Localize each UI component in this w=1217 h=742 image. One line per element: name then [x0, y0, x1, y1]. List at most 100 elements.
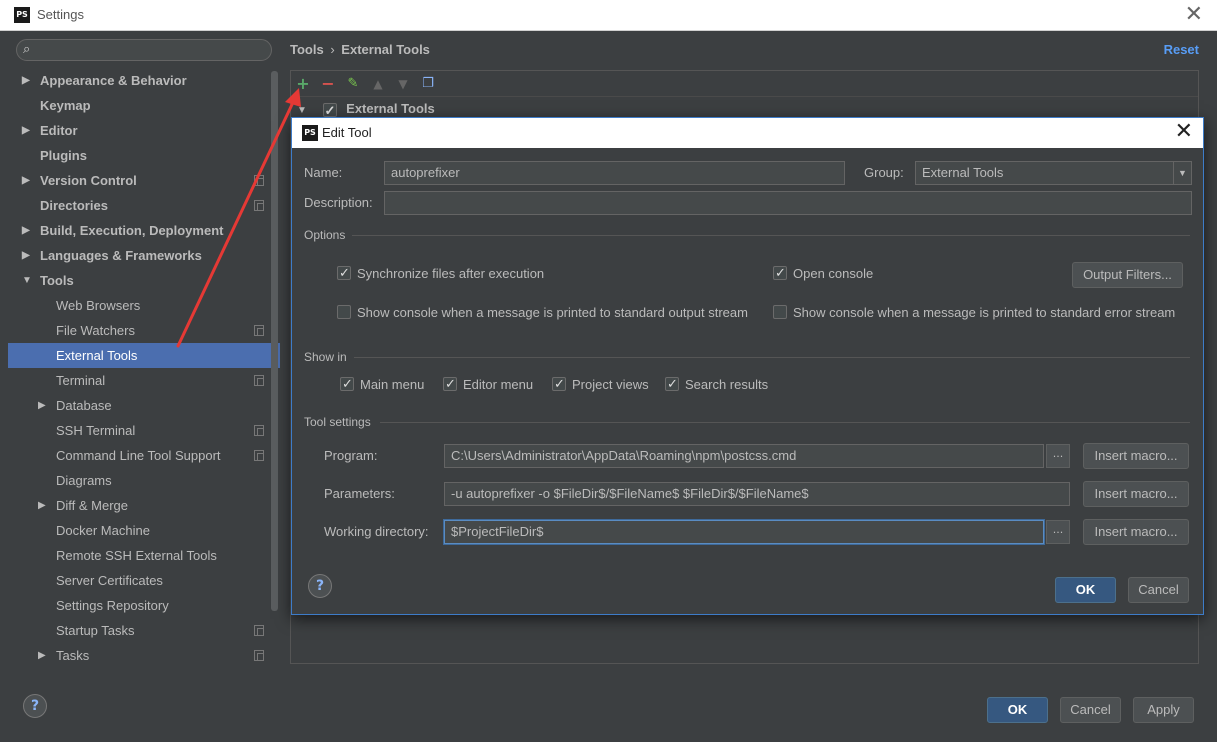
sidebar-item-label: Database	[56, 398, 112, 413]
reset-link[interactable]: Reset	[1164, 42, 1199, 57]
help-button[interactable]: ?	[23, 694, 47, 718]
chevron-right-icon[interactable]: ▶	[38, 493, 46, 518]
dialog-ok-button[interactable]: OK	[1055, 577, 1116, 603]
name-input[interactable]: autoprefixer	[384, 161, 845, 185]
group-enabled-checkbox[interactable]	[322, 101, 337, 121]
sidebar-item[interactable]: Web Browsers	[8, 293, 280, 318]
sidebar-item[interactable]: ▶ Appearance & Behavior	[8, 68, 280, 93]
main-menu-option[interactable]: Main menu	[340, 375, 424, 394]
program-browse-button[interactable]: ...	[1046, 444, 1070, 468]
sidebar-item[interactable]: Keymap	[8, 93, 280, 118]
copy-icon[interactable]: ❐	[418, 74, 438, 94]
phpstorm-logo-icon: PS	[14, 7, 30, 23]
sidebar-item-label: External Tools	[56, 348, 138, 363]
working-dir-browse-button[interactable]: ...	[1046, 520, 1070, 544]
sidebar-item[interactable]: ▶ Diff & Merge	[8, 493, 280, 518]
sidebar-item[interactable]: Directories	[8, 193, 280, 218]
sidebar-scrollbar[interactable]	[271, 71, 278, 611]
main-menu-checkbox[interactable]	[340, 375, 354, 393]
show-console-stderr-option[interactable]: Show console when a message is printed t…	[773, 304, 1175, 322]
sidebar-item[interactable]: Docker Machine	[8, 518, 280, 543]
open-console-option[interactable]: Open console	[773, 264, 874, 283]
sync-files-checkbox[interactable]	[337, 264, 351, 282]
external-tools-group-row[interactable]: ▼ External Tools	[297, 99, 435, 121]
sidebar-item-label: Directories	[40, 198, 108, 213]
show-console-stdout-checkbox[interactable]	[337, 305, 351, 319]
description-input[interactable]	[384, 191, 1192, 215]
sidebar-item[interactable]: Server Certificates	[8, 568, 280, 593]
show-console-stderr-checkbox[interactable]	[773, 305, 787, 319]
chevron-down-icon[interactable]: ▼	[22, 268, 32, 293]
sidebar-item[interactable]: Terminal	[8, 368, 280, 393]
chevron-right-icon[interactable]: ▶	[38, 393, 46, 418]
search-results-option[interactable]: Search results	[665, 375, 768, 394]
working-dir-input[interactable]: $ProjectFileDir$	[444, 520, 1044, 544]
settings-footer: ? OK Cancel Apply	[0, 676, 1217, 742]
sidebar-item[interactable]: External Tools	[8, 343, 280, 368]
cancel-button[interactable]: Cancel	[1060, 697, 1121, 723]
dialog-help-button[interactable]: ?	[308, 574, 332, 598]
parameters-insert-macro-button[interactable]: Insert macro...	[1083, 481, 1189, 507]
editor-menu-checkbox[interactable]	[443, 375, 457, 393]
ok-button[interactable]: OK	[987, 697, 1048, 723]
sidebar-item[interactable]: ▼ Tools	[8, 268, 280, 293]
open-console-label: Open console	[793, 266, 874, 281]
sidebar-item[interactable]: Command Line Tool Support	[8, 443, 280, 468]
sidebar-item[interactable]: Startup Tasks	[8, 618, 280, 643]
open-console-checkbox[interactable]	[773, 264, 787, 282]
sidebar-item[interactable]: Remote SSH External Tools	[8, 543, 280, 568]
chevron-right-icon[interactable]: ▶	[22, 68, 30, 93]
settings-search[interactable]: ⌕	[16, 39, 272, 61]
move-up-icon[interactable]: ▲	[368, 74, 388, 94]
project-views-option[interactable]: Project views	[552, 375, 649, 394]
group-select[interactable]: External Tools ▼	[915, 161, 1192, 185]
sidebar-item[interactable]: ▶ Database	[8, 393, 280, 418]
project-views-checkbox[interactable]	[552, 375, 566, 393]
output-filters-button[interactable]: Output Filters...	[1072, 262, 1183, 288]
sidebar-item[interactable]: ▶ Editor	[8, 118, 280, 143]
edit-pencil-icon[interactable]: ✎	[343, 74, 363, 94]
chevron-right-icon[interactable]: ▶	[22, 118, 30, 143]
sidebar-item[interactable]: ▶ Tasks	[8, 643, 280, 668]
search-input[interactable]	[41, 42, 266, 58]
chevron-down-icon[interactable]: ▼	[1173, 162, 1191, 184]
add-icon[interactable]: +	[293, 74, 313, 94]
settings-titlebar: PS Settings ✕	[0, 0, 1217, 31]
program-input[interactable]: C:\Users\Administrator\AppData\Roaming\n…	[444, 444, 1044, 468]
chevron-right-icon[interactable]: ▶	[22, 218, 30, 243]
parameters-input[interactable]: -u autoprefixer -o $FileDir$/$FileName$ …	[444, 482, 1070, 506]
expand-arrow-icon[interactable]: ▼	[297, 105, 307, 116]
show-console-stdout-label: Show console when a message is printed t…	[357, 305, 748, 320]
chevron-right-icon[interactable]: ▶	[22, 243, 30, 268]
project-views-label: Project views	[572, 377, 649, 392]
move-down-icon[interactable]: ▼	[393, 74, 413, 94]
working-dir-label: Working directory:	[324, 524, 429, 539]
sidebar-item-label: Startup Tasks	[56, 623, 135, 638]
working-dir-insert-macro-button[interactable]: Insert macro...	[1083, 519, 1189, 545]
search-results-checkbox[interactable]	[665, 375, 679, 393]
sidebar-item[interactable]: ▶ Build, Execution, Deployment	[8, 218, 280, 243]
chevron-right-icon[interactable]: ▶	[38, 643, 46, 668]
sidebar-item-label: Languages & Frameworks	[40, 248, 202, 263]
show-console-stdout-option[interactable]: Show console when a message is printed t…	[337, 304, 748, 322]
close-window-icon[interactable]: ✕	[1185, 2, 1203, 27]
sync-files-option[interactable]: Synchronize files after execution	[337, 264, 544, 283]
dialog-title: Edit Tool	[322, 125, 372, 140]
remove-icon[interactable]: −	[318, 74, 338, 94]
chevron-right-icon[interactable]: ▶	[22, 168, 30, 193]
name-label: Name:	[304, 165, 343, 180]
program-insert-macro-button[interactable]: Insert macro...	[1083, 443, 1189, 469]
sidebar-item[interactable]: ▶ Languages & Frameworks	[8, 243, 280, 268]
breadcrumb-parent[interactable]: Tools	[290, 42, 324, 57]
sidebar-item[interactable]: File Watchers	[8, 318, 280, 343]
sidebar-item[interactable]: SSH Terminal	[8, 418, 280, 443]
editor-menu-option[interactable]: Editor menu	[443, 375, 533, 394]
dialog-cancel-button[interactable]: Cancel	[1128, 577, 1189, 603]
close-dialog-icon[interactable]: ✕	[1175, 119, 1193, 144]
sidebar-item[interactable]: ▶ Version Control	[8, 168, 280, 193]
project-scope-icon	[254, 450, 264, 461]
apply-button[interactable]: Apply	[1133, 697, 1194, 723]
sidebar-item[interactable]: Plugins	[8, 143, 280, 168]
sidebar-item[interactable]: Diagrams	[8, 468, 280, 493]
sidebar-item[interactable]: Settings Repository	[8, 593, 280, 618]
